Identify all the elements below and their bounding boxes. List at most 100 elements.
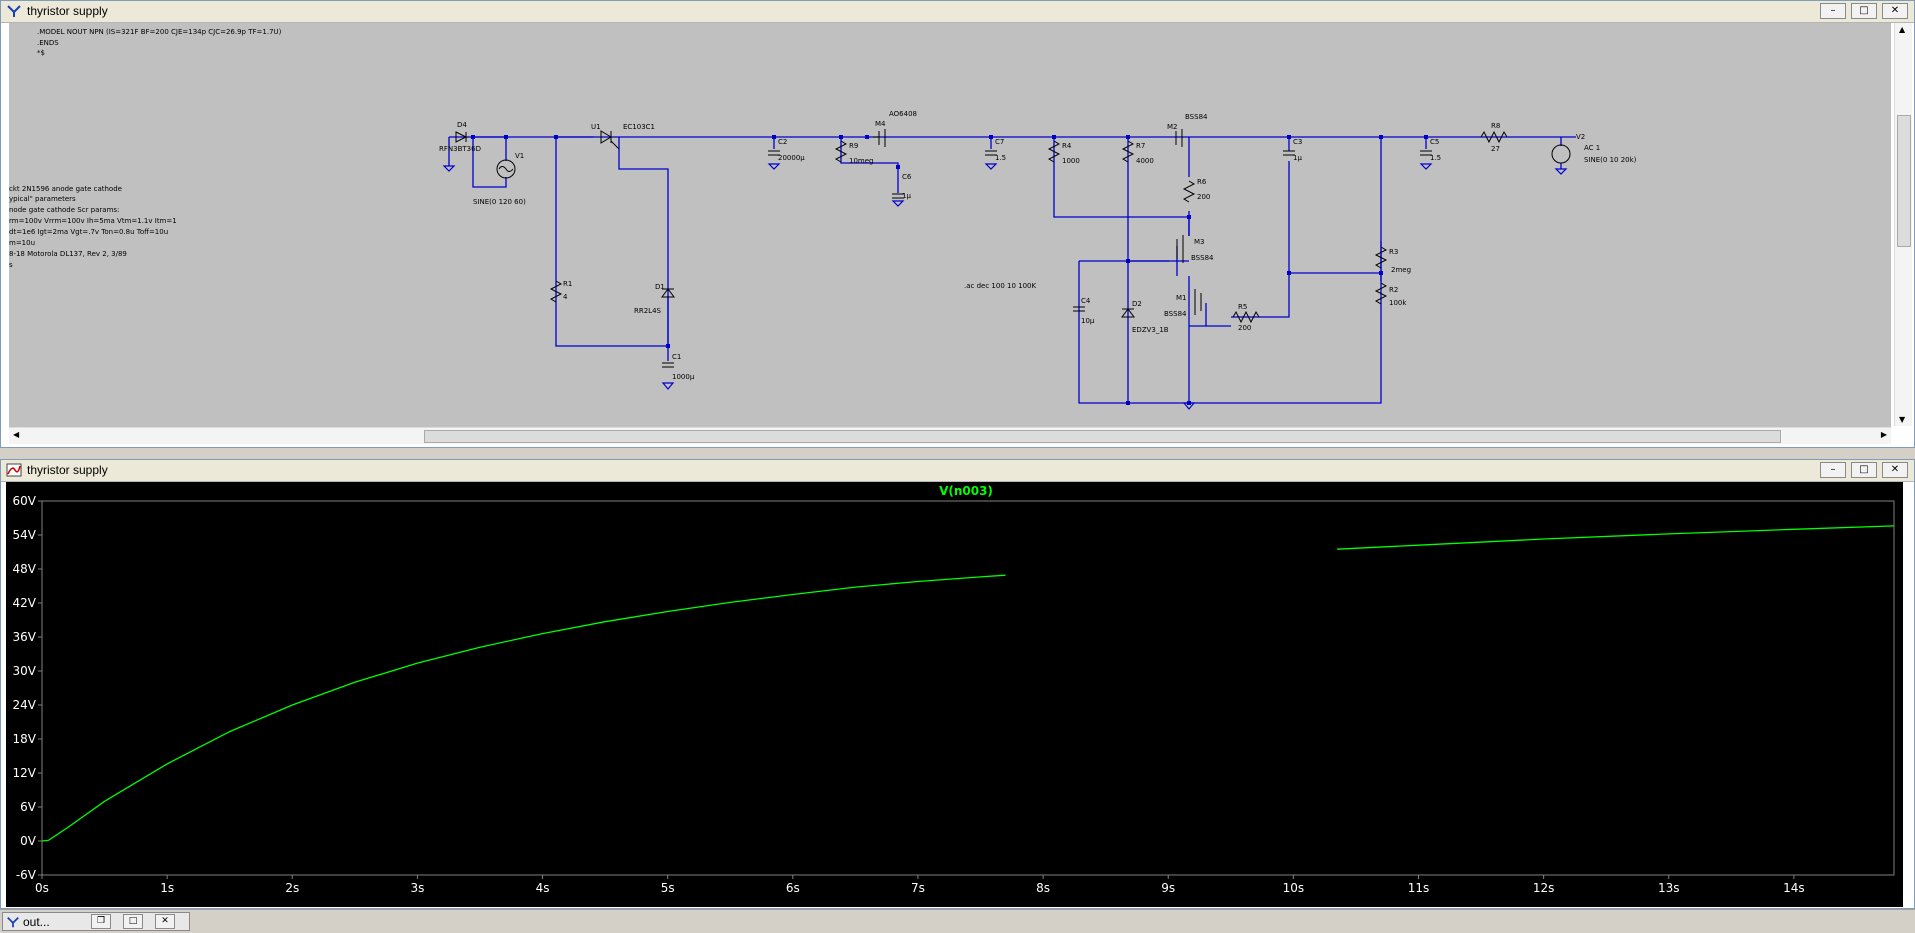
scroll-left-icon[interactable]: ◀ [13, 430, 19, 439]
restore-button[interactable]: □ [1851, 3, 1877, 19]
minimize-button[interactable]: – [1820, 462, 1846, 478]
component-value-m2[interactable]: BSS84 [1185, 113, 1208, 121]
component-label-m2[interactable]: M2 [1167, 123, 1178, 131]
component-label-r1[interactable]: R1 [563, 280, 572, 288]
x-tick-label: 9s [1161, 881, 1175, 895]
component-value-r9[interactable]: 10meg [849, 157, 873, 165]
component-value-d2[interactable]: EDZV3_1B [1132, 326, 1169, 334]
component-value-c6[interactable]: 1µ [902, 192, 911, 200]
component-value-v1[interactable]: SINE(0 120 60) [473, 198, 526, 206]
component-value-m4[interactable]: AO6408 [889, 110, 917, 118]
component-value-c1[interactable]: 1000µ [672, 373, 695, 381]
x-tick-label: 12s [1533, 881, 1555, 895]
schematic-titlebar[interactable]: thyristor supply – □ ✕ [1, 1, 1914, 23]
component-label-r4[interactable]: R4 [1062, 142, 1072, 150]
component-value-m1[interactable]: BSS84 [1164, 310, 1187, 318]
component-value-r3[interactable]: 2meg [1391, 266, 1411, 274]
component-value-r7[interactable]: 4000 [1136, 157, 1154, 165]
component-label-r6[interactable]: R6 [1197, 178, 1207, 186]
component-label-d2[interactable]: D2 [1132, 300, 1142, 308]
y-tick-label: 18V [13, 732, 37, 746]
component-value-d1[interactable]: RR2L4S [634, 307, 662, 315]
component-value-c4[interactable]: 10µ [1081, 317, 1095, 325]
plot-titlebar[interactable]: thyristor supply – □ ✕ [1, 460, 1914, 482]
component-value-r2[interactable]: 100k [1389, 299, 1407, 307]
component-value-r1[interactable]: 4 [563, 293, 568, 301]
y-tick-label: 36V [13, 630, 37, 644]
component-label-m4[interactable]: M4 [875, 120, 886, 128]
restore-button[interactable]: ❐ [91, 914, 111, 929]
x-tick-label: 0s [35, 881, 49, 895]
scroll-down-icon[interactable]: ▼ [1899, 415, 1905, 424]
component-label-u1[interactable]: U1 [591, 123, 601, 131]
component-value-r8[interactable]: 27 [1491, 145, 1500, 153]
schematic-drawing: .MODEL NOUT NPN (IS=321F BF=200 CJE=134p… [9, 28, 1637, 410]
trace-line-v-n003[interactable] [41, 574, 1006, 842]
component-label-c5[interactable]: C5 [1430, 138, 1439, 146]
scr-comment-line: rm=100v Vrrm=100v Ih=5ma Vtm=1.1v Itm=1 [9, 217, 177, 225]
trace-label-v-n003[interactable]: V(n003) [939, 484, 993, 498]
component-label-v1[interactable]: V1 [515, 152, 524, 160]
component-label-r3[interactable]: R3 [1389, 248, 1398, 256]
spice-directive[interactable]: .ac dec 100 10 100K [964, 282, 1036, 290]
minimized-window-output[interactable]: out... ❐ □ ✕ [2, 912, 190, 931]
close-button[interactable]: ✕ [1882, 3, 1908, 19]
component-label-c3[interactable]: C3 [1293, 138, 1302, 146]
component-label-r5[interactable]: R5 [1238, 303, 1247, 311]
scr-comment-line: 8-18 Motorola DL137, Rev 2, 3/89 [9, 250, 127, 258]
y-tick-label: 0V [20, 834, 37, 848]
component-value-r5[interactable]: 200 [1238, 324, 1251, 332]
schematic-window-title: thyristor supply [27, 4, 108, 18]
component-label-r7[interactable]: R7 [1136, 142, 1145, 150]
component-value-d4[interactable]: RFN3BT36D [439, 145, 481, 153]
component-label-c1[interactable]: C1 [672, 353, 681, 361]
restore-button[interactable]: □ [1851, 462, 1877, 478]
minimized-window-label: out... [23, 915, 50, 929]
spice-header-line-3: *$ [37, 49, 45, 57]
component-value-m3[interactable]: BSS84 [1191, 254, 1214, 262]
component-value-v2-ac[interactable]: AC 1 [1584, 144, 1600, 152]
schematic-window: thyristor supply – □ ✕ .MODEL NOUT NPN (… [0, 0, 1915, 448]
component-label-c4[interactable]: C4 [1081, 297, 1091, 305]
x-tick-label: 10s [1283, 881, 1305, 895]
waveform-plot-pane[interactable]: 60V 54V 48V 42V 36V 30V 24V 18V 12V 6V 0V -6V 0s 1s 2… [6, 482, 1903, 907]
component-value-c5[interactable]: 1.5 [1430, 154, 1441, 162]
component-label-r9[interactable]: R9 [849, 142, 858, 150]
maximize-button[interactable]: □ [123, 914, 143, 929]
component-label-m3[interactable]: M3 [1194, 238, 1205, 246]
component-label-c2[interactable]: C2 [778, 138, 787, 146]
component-label-d4[interactable]: D4 [457, 121, 467, 129]
x-tick-label: 7s [911, 881, 925, 895]
schematic-vertical-scrollbar[interactable]: ▲ ▼ [1894, 23, 1912, 426]
y-tick-label: -6V [16, 868, 37, 882]
component-label-d1[interactable]: D1 [655, 283, 665, 291]
component-label-r8[interactable]: R8 [1491, 122, 1500, 130]
scrollbar-thumb[interactable] [424, 430, 1781, 443]
component-value-v2[interactable]: SINE(0 10 20k) [1584, 156, 1637, 164]
scroll-right-icon[interactable]: ▶ [1881, 430, 1887, 439]
schematic-canvas[interactable]: .MODEL NOUT NPN (IS=321F BF=200 CJE=134p… [9, 23, 1891, 427]
close-button[interactable]: ✕ [155, 914, 175, 929]
waveform-chart[interactable]: 60V 54V 48V 42V 36V 30V 24V 18V 12V 6V 0V -6V 0s 1s 2… [6, 482, 1903, 907]
x-tick-label: 13s [1658, 881, 1680, 895]
y-tick-label: 6V [20, 800, 37, 814]
component-value-c3[interactable]: 1µ [1293, 154, 1302, 162]
scrollbar-thumb[interactable] [1897, 115, 1911, 247]
component-label-c7[interactable]: C7 [995, 138, 1004, 146]
component-value-c7[interactable]: 1.5 [995, 154, 1006, 162]
component-label-c6[interactable]: C6 [902, 173, 912, 181]
component-value-r4[interactable]: 1000 [1062, 157, 1080, 165]
component-value-r6[interactable]: 200 [1197, 193, 1210, 201]
component-value-u1[interactable]: EC103C1 [623, 123, 655, 131]
component-value-c2[interactable]: 20000µ [778, 154, 805, 162]
component-label-m1[interactable]: M1 [1176, 294, 1187, 302]
minimize-button[interactable]: – [1820, 3, 1846, 19]
schematic-horizontal-scrollbar[interactable]: ◀ ▶ [9, 427, 1891, 444]
output-window-icon [7, 917, 19, 928]
x-tick-label: 1s [160, 881, 174, 895]
component-label-r2[interactable]: R2 [1389, 286, 1398, 294]
scroll-up-icon[interactable]: ▲ [1899, 25, 1905, 34]
trace-line-v-n003[interactable] [1337, 525, 1895, 550]
close-button[interactable]: ✕ [1882, 462, 1908, 478]
component-label-v2[interactable]: V2 [1576, 133, 1585, 141]
